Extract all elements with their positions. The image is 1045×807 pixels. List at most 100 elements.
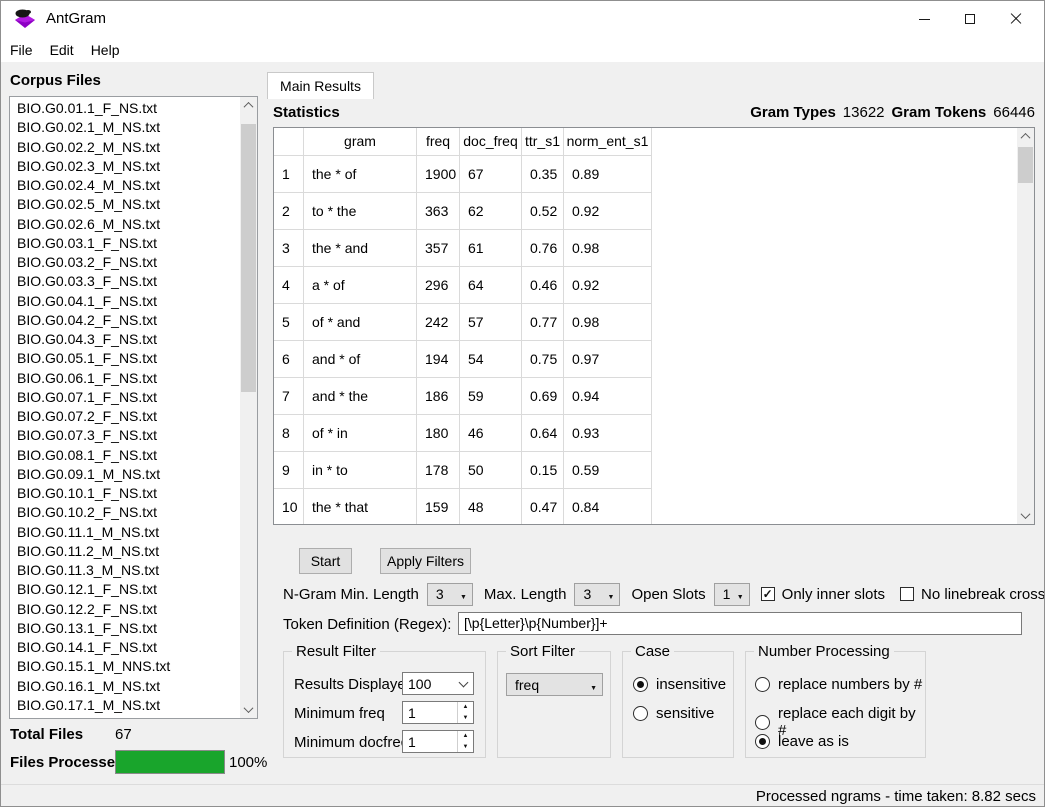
minimize-button[interactable] [901, 0, 947, 38]
table-row[interactable]: 3the * and357610.760.98 [274, 230, 652, 267]
spinner-buttons[interactable] [457, 731, 473, 752]
table-row[interactable]: 1the * of1900670.350.89 [274, 156, 652, 193]
only-inner-slots-checkbox[interactable] [761, 587, 775, 601]
scroll-up-arrow-icon[interactable] [240, 97, 257, 114]
corpus-file-item[interactable]: BIO.G0.10.2_F_NS.txt [10, 503, 240, 522]
spin-up-icon[interactable] [458, 702, 473, 713]
table-row[interactable]: 4a * of296640.460.92 [274, 267, 652, 304]
case-insensitive-radio[interactable] [633, 677, 648, 692]
scroll-up-arrow-icon[interactable] [1017, 128, 1034, 145]
tab-main-results[interactable]: Main Results [267, 72, 374, 99]
menu-edit[interactable]: Edit [50, 42, 74, 58]
corpus-file-item[interactable]: BIO.G0.08.1_F_NS.txt [10, 446, 240, 465]
ngram-min-length-select[interactable]: 3 [427, 583, 473, 606]
results-table-scrollbar-thumb[interactable] [1018, 147, 1033, 183]
corpus-file-item[interactable]: BIO.G0.07.1_F_NS.txt [10, 388, 240, 407]
corpus-file-item[interactable]: BIO.G0.09.1_M_NS.txt [10, 465, 240, 484]
corpus-file-item[interactable]: BIO.G0.15.1_M_NNS.txt [10, 657, 240, 676]
corpus-file-item[interactable]: BIO.G0.14.1_F_NS.txt [10, 638, 240, 657]
statistics-heading: Statistics [273, 104, 340, 121]
leave-as-is-radio[interactable] [755, 734, 770, 749]
file-list-scrollbar[interactable] [240, 97, 257, 718]
corpus-file-item[interactable]: BIO.G0.02.2_M_NS.txt [10, 138, 240, 157]
column-header-index [274, 128, 304, 155]
scroll-down-arrow-icon[interactable] [1017, 507, 1034, 524]
table-cell: 242 [417, 304, 460, 340]
spin-down-icon[interactable] [458, 713, 473, 724]
corpus-file-item[interactable]: BIO.G0.04.3_F_NS.txt [10, 330, 240, 349]
corpus-file-item[interactable]: BIO.G0.02.3_M_NS.txt [10, 157, 240, 176]
case-sensitive-radio[interactable] [633, 706, 648, 721]
corpus-file-item[interactable]: BIO.G0.02.5_M_NS.txt [10, 195, 240, 214]
case-insensitive-label: insensitive [656, 676, 726, 693]
results-displayed-select[interactable]: 100 [402, 672, 474, 695]
corpus-file-item[interactable]: BIO.G0.17.1_M_NS.txt [10, 696, 240, 715]
table-cell: 0.59 [564, 452, 652, 488]
corpus-file-item[interactable]: BIO.G0.12.2_F_NS.txt [10, 600, 240, 619]
table-row[interactable]: 7and * the186590.690.94 [274, 378, 652, 415]
table-cell: 0.64 [522, 415, 564, 451]
corpus-file-item[interactable]: BIO.G0.07.2_F_NS.txt [10, 407, 240, 426]
sort-filter-select[interactable]: freq [506, 673, 603, 696]
table-row[interactable]: 8of * in180460.640.93 [274, 415, 652, 452]
results-table-scrollbar[interactable] [1017, 128, 1034, 524]
corpus-file-item[interactable]: BIO.G0.03.1_F_NS.txt [10, 234, 240, 253]
table-cell: 0.93 [564, 415, 652, 451]
table-cell: the * of [304, 156, 417, 192]
corpus-file-item[interactable]: BIO.G0.07.3_F_NS.txt [10, 426, 240, 445]
token-definition-input[interactable]: [\p{Letter}\p{Number}]+ [458, 612, 1022, 635]
table-cell: 0.77 [522, 304, 564, 340]
corpus-file-item[interactable]: BIO.G0.01.1_F_NS.txt [10, 99, 240, 118]
table-row[interactable]: 2to * the363620.520.92 [274, 193, 652, 230]
corpus-file-item[interactable]: BIO.G0.05.1_F_NS.txt [10, 349, 240, 368]
minimum-docfreq-spinner[interactable]: 1 [402, 730, 474, 753]
table-row[interactable]: 5of * and242570.770.98 [274, 304, 652, 341]
table-cell: 363 [417, 193, 460, 229]
table-row[interactable]: 10the * that159480.470.84 [274, 489, 652, 525]
results-table[interactable]: gramfreqdoc_freqttr_s1norm_ent_s1 1the *… [273, 127, 1035, 525]
corpus-file-item[interactable]: BIO.G0.13.1_F_NS.txt [10, 619, 240, 638]
corpus-file-item[interactable]: BIO.G0.11.3_M_NS.txt [10, 561, 240, 580]
scroll-down-arrow-icon[interactable] [240, 701, 257, 718]
no-linebreak-crossing-checkbox[interactable] [900, 587, 914, 601]
corpus-file-item[interactable]: BIO.G0.02.6_M_NS.txt [10, 215, 240, 234]
table-row[interactable]: 9in * to178500.150.59 [274, 452, 652, 489]
open-slots-select[interactable]: 1 [714, 583, 750, 606]
menu-help[interactable]: Help [91, 42, 120, 58]
corpus-file-item[interactable]: BIO.G0.11.2_M_NS.txt [10, 542, 240, 561]
dropdown-arrow-icon [455, 586, 472, 602]
corpus-file-item[interactable]: BIO.G0.11.1_M_NS.txt [10, 523, 240, 542]
start-button[interactable]: Start [299, 548, 352, 574]
corpus-file-item[interactable]: BIO.G0.04.2_F_NS.txt [10, 311, 240, 330]
maximize-button[interactable] [947, 0, 993, 38]
titlebar: AntGram [0, 0, 1045, 38]
corpus-file-item[interactable]: BIO.G0.16.1_M_NS.txt [10, 677, 240, 696]
replace-numbers-radio[interactable] [755, 677, 770, 692]
minimum-freq-spinner[interactable]: 1 [402, 701, 474, 724]
corpus-file-item[interactable]: BIO.G0.10.1_F_NS.txt [10, 484, 240, 503]
spin-down-icon[interactable] [458, 742, 473, 753]
row-index-cell: 4 [274, 267, 304, 303]
spin-up-icon[interactable] [458, 731, 473, 742]
file-list-scrollbar-thumb[interactable] [241, 124, 256, 392]
menu-file[interactable]: File [10, 42, 33, 58]
corpus-file-item[interactable]: BIO.G0.12.1_F_NS.txt [10, 580, 240, 599]
row-index-cell: 2 [274, 193, 304, 229]
replace-digits-radio[interactable] [755, 715, 770, 730]
close-button[interactable] [993, 0, 1039, 38]
corpus-file-item[interactable]: BIO.G0.02.4_M_NS.txt [10, 176, 240, 195]
corpus-file-item[interactable]: BIO.G0.04.1_F_NS.txt [10, 292, 240, 311]
corpus-file-list[interactable]: BIO.G0.01.1_F_NS.txtBIO.G0.02.1_M_NS.txt… [9, 96, 258, 719]
corpus-file-item[interactable]: BIO.G0.06.1_F_NS.txt [10, 369, 240, 388]
spinner-buttons[interactable] [457, 702, 473, 723]
table-cell: 186 [417, 378, 460, 414]
max-length-select[interactable]: 3 [574, 583, 620, 606]
apply-filters-button[interactable]: Apply Filters [380, 548, 471, 574]
corpus-file-item[interactable]: BIO.G0.03.3_F_NS.txt [10, 272, 240, 291]
table-cell: 0.76 [522, 230, 564, 266]
corpus-file-item[interactable]: BIO.G0.18.1_M_NS.txt [10, 715, 240, 718]
table-cell: 0.89 [564, 156, 652, 192]
corpus-file-item[interactable]: BIO.G0.02.1_M_NS.txt [10, 118, 240, 137]
table-row[interactable]: 6and * of194540.750.97 [274, 341, 652, 378]
corpus-file-item[interactable]: BIO.G0.03.2_F_NS.txt [10, 253, 240, 272]
